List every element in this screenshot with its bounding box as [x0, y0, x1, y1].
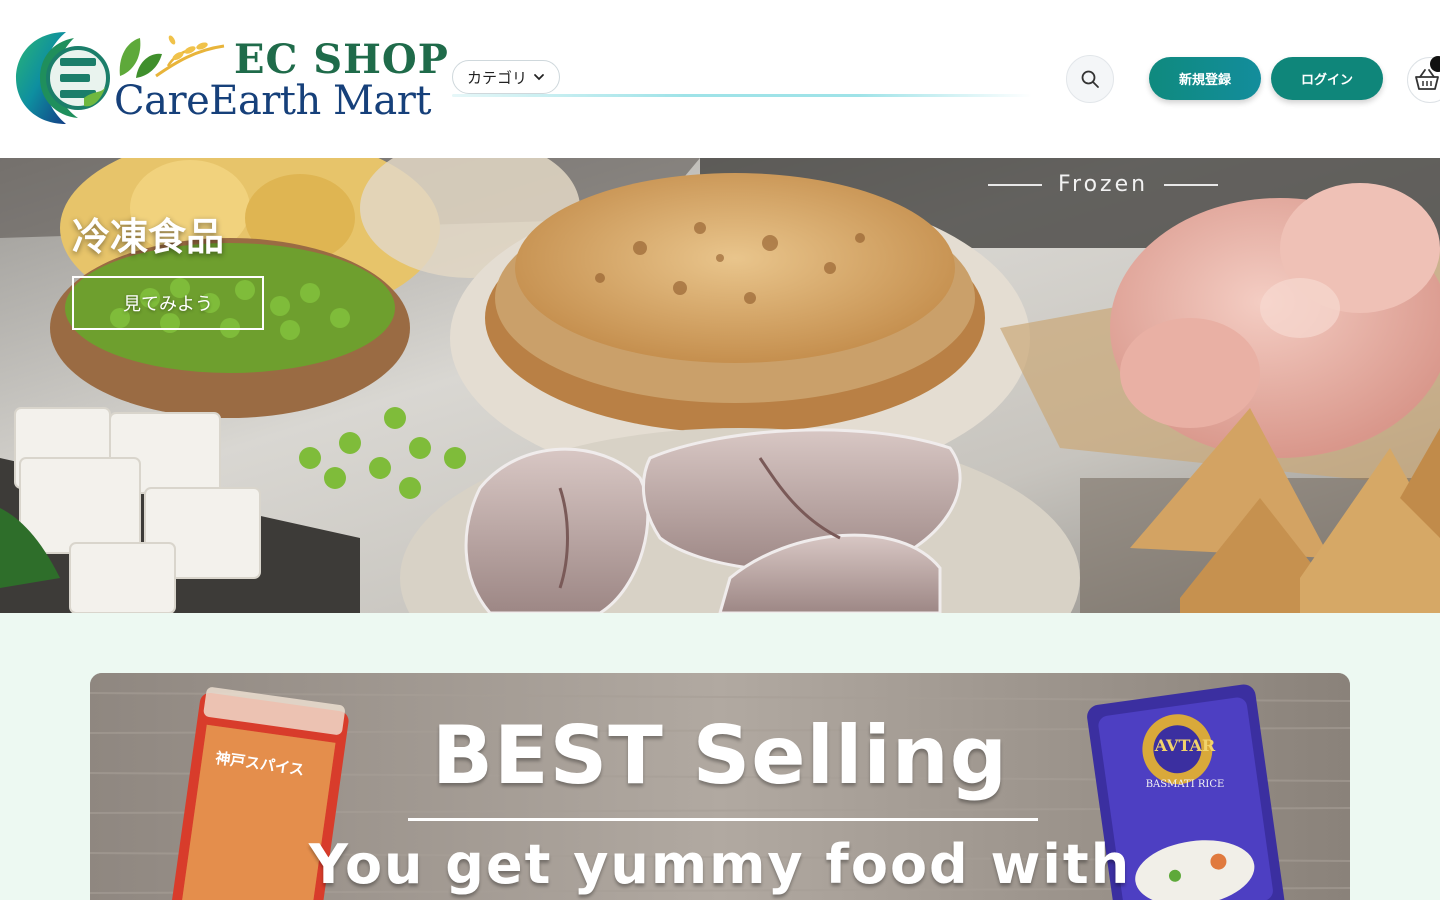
tagline-rule-left	[988, 183, 1042, 186]
best-selling-section: AVTAR BASMATI RICE 神戸スパイス BEST Selling Y…	[0, 613, 1440, 900]
best-selling-divider	[408, 818, 1038, 821]
tagline-rule-right	[1164, 183, 1219, 186]
search-button[interactable]	[1066, 55, 1114, 103]
hero-tagline-text: Frozen	[1057, 172, 1149, 197]
signup-button[interactable]: 新規登録	[1149, 57, 1261, 100]
hero-banner-frozen[interactable]: Frozen 冷凍食品 見てみよう	[0, 158, 1440, 613]
best-selling-subtitle: You get yummy food with	[308, 833, 1132, 896]
logo-text-top: EC SHOP	[234, 36, 449, 83]
hero-tagline: Frozen	[988, 172, 1219, 197]
search-icon	[1081, 70, 1099, 88]
logo-leaves-icon	[119, 35, 225, 78]
search-bar: カテゴリ	[452, 60, 1032, 98]
hero-title: 冷凍食品	[72, 215, 225, 259]
chevron-down-icon	[534, 74, 544, 81]
logo-mark-icon	[16, 32, 110, 124]
best-selling-title: BEST Selling	[431, 709, 1009, 802]
category-label: カテゴリ	[467, 68, 528, 87]
best-selling-banner[interactable]: AVTAR BASMATI RICE 神戸スパイス BEST Selling Y…	[90, 673, 1350, 900]
hero-cta-button[interactable]: 見てみよう	[72, 276, 264, 330]
cart-count-badge	[1430, 56, 1440, 72]
search-input[interactable]	[562, 62, 1032, 92]
logo-text-bottom: CareEarth Mart	[114, 78, 431, 124]
site-logo[interactable]: EC SHOP CareEarth Mart	[14, 28, 448, 128]
login-button[interactable]: ログイン	[1271, 57, 1383, 100]
site-header: EC SHOP CareEarth Mart カテゴリ 新規登録 ログイン	[0, 0, 1440, 158]
category-dropdown[interactable]: カテゴリ	[452, 60, 561, 94]
search-underline	[452, 94, 1032, 97]
